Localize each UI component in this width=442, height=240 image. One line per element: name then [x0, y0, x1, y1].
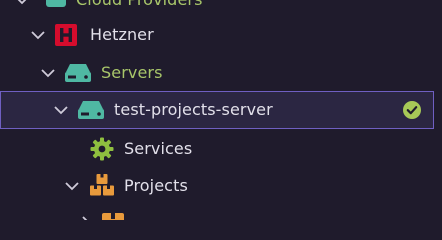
server-icon — [78, 101, 104, 119]
chevron-down-icon[interactable] — [14, 0, 30, 8]
cloud-providers-icon — [46, 0, 66, 7]
chevron-right-icon[interactable] — [78, 215, 94, 220]
gear-icon — [90, 137, 114, 161]
chevron-down-icon[interactable] — [40, 65, 56, 81]
chevron-down-icon[interactable] — [30, 27, 46, 43]
tree-item-test-projects-server[interactable]: test-projects-server — [0, 91, 434, 129]
tree-item-hetzner[interactable]: Hetzner — [0, 17, 442, 53]
tree-item-label: Cloud Providers — [76, 0, 203, 10]
chevron-down-icon[interactable] — [53, 102, 69, 118]
check-circle-icon — [403, 101, 421, 119]
tree-item-label: test-projects-server — [114, 100, 273, 119]
box-icon — [102, 213, 124, 220]
tree-item-projects[interactable]: Projects — [0, 168, 442, 204]
tree-item-label: Servers — [101, 63, 163, 82]
chevron-down-icon[interactable] — [64, 178, 80, 194]
hetzner-logo-icon — [55, 24, 77, 46]
server-icon — [65, 64, 91, 82]
tree-item-label: Hetzner — [90, 25, 154, 44]
tree-item-label: Services — [124, 139, 193, 158]
tree-item-servers[interactable]: Servers — [0, 55, 442, 91]
tree-item-cloud-providers[interactable]: Cloud Providers — [0, 0, 442, 18]
tree-item-label: Projects — [124, 176, 188, 195]
tree-item-project[interactable] — [0, 205, 442, 220]
explorer-tree: Cloud Providers Hetzner Servers — [0, 0, 442, 220]
tree-item-services[interactable]: Services — [0, 131, 442, 167]
boxes-icon — [90, 174, 114, 196]
